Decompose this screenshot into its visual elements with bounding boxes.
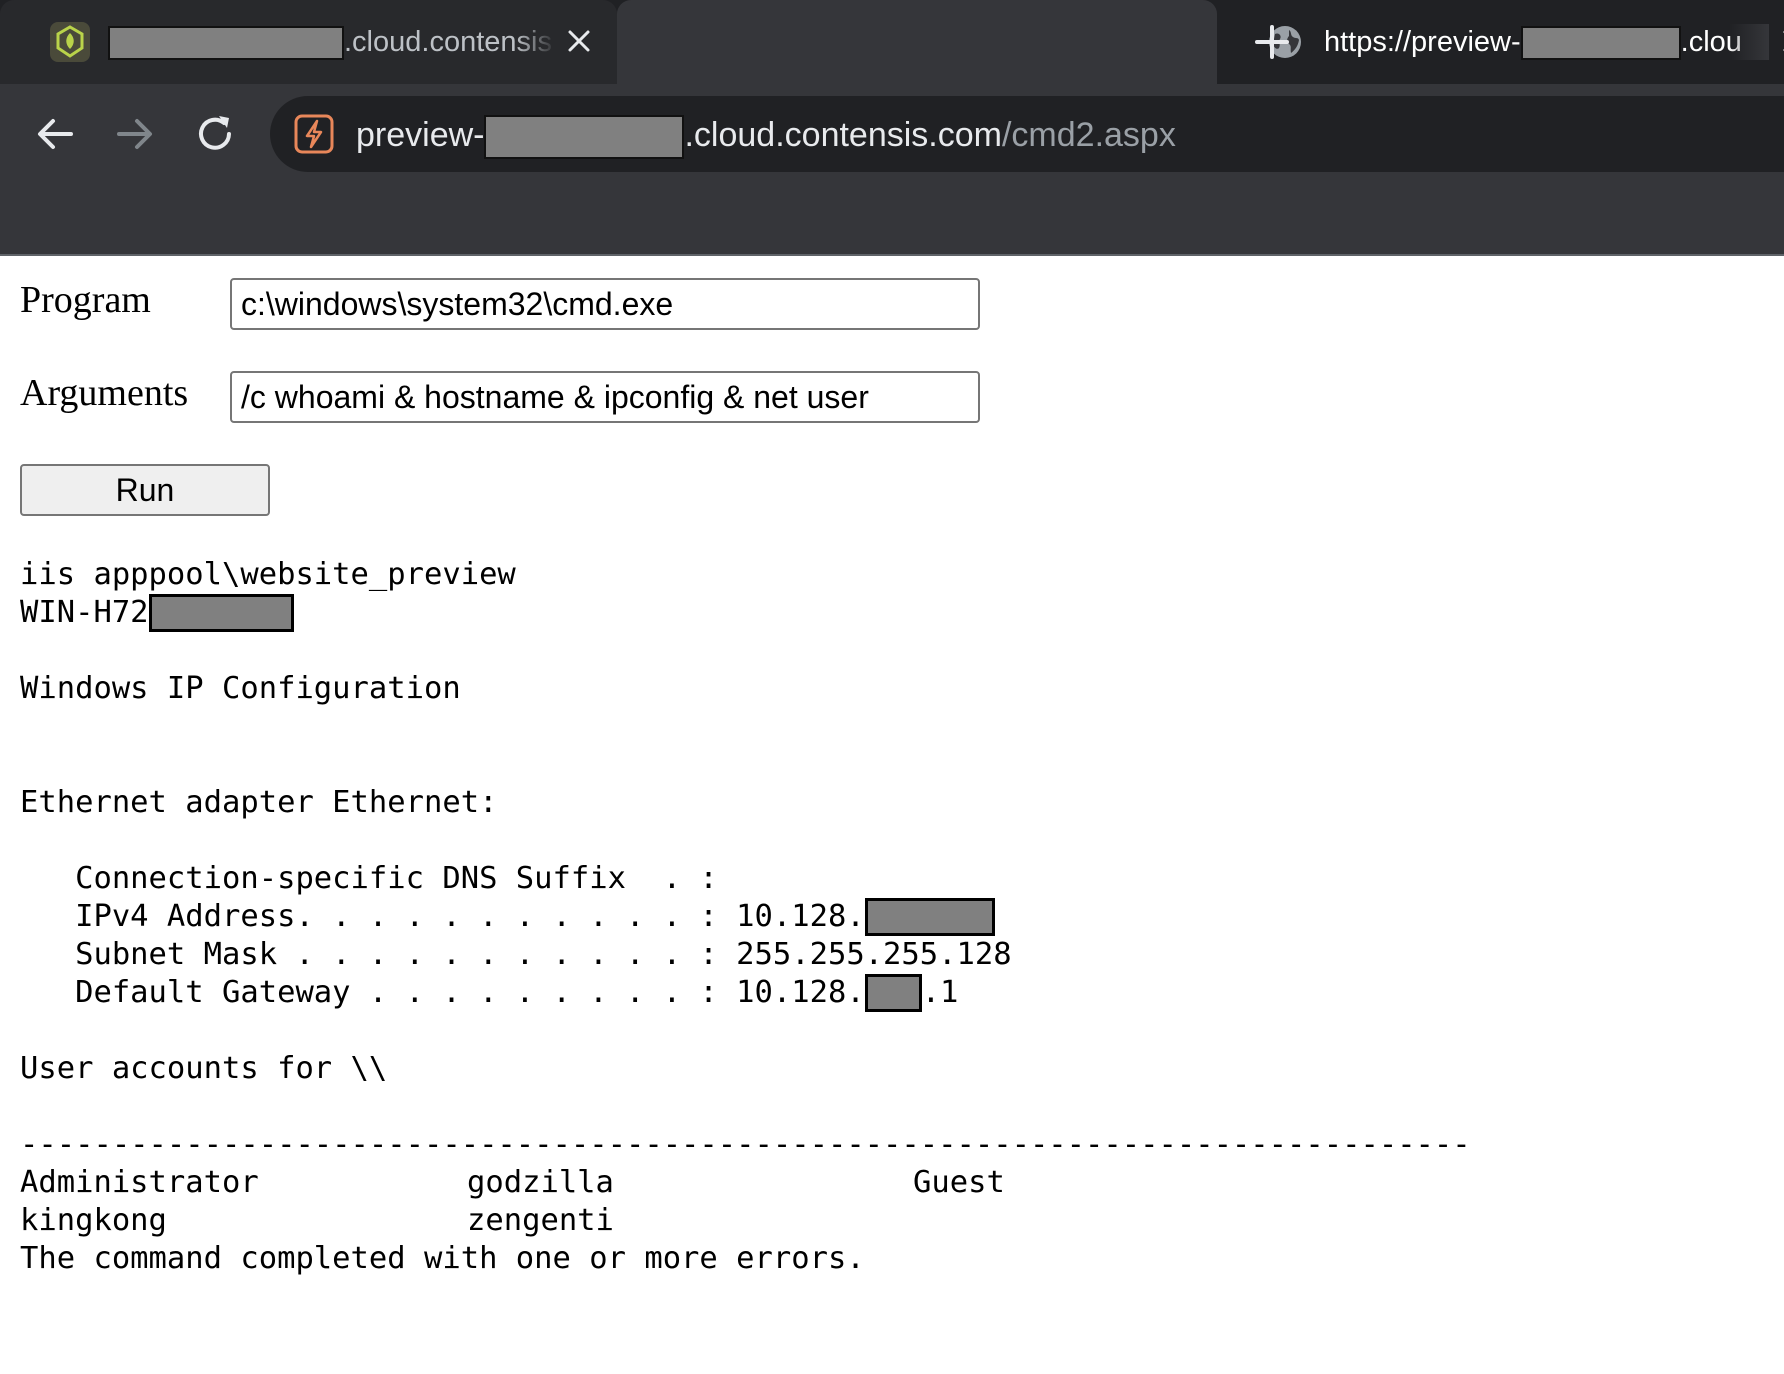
tab-title: .cloud.contensis xyxy=(108,24,556,60)
gateway-line: Default Gateway . . . . . . . . . : 10.1… xyxy=(20,974,958,1012)
tab-title-prefix: https://preview- xyxy=(1324,26,1521,58)
adapter-line: Ethernet adapter Ethernet: xyxy=(20,785,498,820)
arguments-label: Arguments xyxy=(20,372,189,414)
user-name: godzilla xyxy=(467,1165,614,1200)
new-tab-icon[interactable] xyxy=(1254,24,1290,60)
user-name: kingkong xyxy=(20,1203,167,1238)
browser-toolbar: preview- .cloud.contensis.com/cmd2.aspx xyxy=(0,84,1784,256)
ipv4-label: IPv4 Address. . . . . . . . . . . : xyxy=(20,899,737,934)
browser-tab-contensis[interactable]: .cloud.contensis xyxy=(0,0,617,84)
run-button[interactable]: Run xyxy=(20,464,270,516)
users-row: Administrator godzilla Guest xyxy=(20,1164,1220,1202)
user-name: zengenti xyxy=(467,1203,614,1238)
ipconfig-title: Windows IP Configuration xyxy=(20,671,461,706)
users-row: kingkong zengenti xyxy=(20,1202,1220,1240)
url-host-prefix: preview- xyxy=(356,116,485,154)
gateway-prefix: 10.128. xyxy=(736,975,865,1010)
url-text: preview- .cloud.contensis.com/cmd2.aspx xyxy=(356,115,1176,160)
arguments-input[interactable] xyxy=(230,371,980,423)
address-bar[interactable]: preview- .cloud.contensis.com/cmd2.aspx xyxy=(270,96,1784,172)
ipv4-line: IPv4 Address. . . . . . . . . . . : 10.1… xyxy=(20,898,995,936)
user-accounts-line: User accounts for \\ xyxy=(20,1051,388,1086)
browser-tab-preview[interactable]: https://preview- .clou xyxy=(617,0,1784,84)
completion-line: The command completed with one or more e… xyxy=(20,1241,865,1276)
contensis-favicon-icon xyxy=(50,22,90,62)
redacted-block xyxy=(148,594,294,632)
forward-icon[interactable] xyxy=(113,112,157,156)
close-icon[interactable] xyxy=(566,28,592,54)
hostname-line: WIN-H72 xyxy=(20,594,294,632)
program-label: Program xyxy=(20,279,151,321)
gateway-label: Default Gateway . . . . . . . . . : xyxy=(20,975,737,1010)
tab-strip: .cloud.contensis https://preview- .clou xyxy=(0,0,1784,84)
subnet-line: Subnet Mask . . . . . . . . . . . : 255.… xyxy=(20,937,1012,972)
page-content: Program Arguments Run iis apppool\websit… xyxy=(0,256,1784,1374)
back-icon[interactable] xyxy=(33,112,77,156)
hostname-prefix: WIN-H72 xyxy=(20,595,149,630)
redacted-block xyxy=(484,115,685,160)
reload-icon[interactable] xyxy=(193,112,237,156)
tab-title: https://preview- .clou xyxy=(1324,24,1769,60)
redacted-block xyxy=(108,26,344,60)
separator-line: ----------------------------------------… xyxy=(20,1127,1471,1162)
gateway-suffix: .1 xyxy=(921,975,959,1010)
url-host-suffix: .cloud.contensis.com xyxy=(684,116,1002,154)
program-input[interactable] xyxy=(230,278,980,330)
site-info-icon[interactable] xyxy=(294,114,334,154)
dns-suffix-line: Connection-specific DNS Suffix . : xyxy=(20,861,718,896)
ipv4-prefix: 10.128. xyxy=(736,899,865,934)
user-name: Administrator xyxy=(20,1165,259,1200)
redacted-block xyxy=(1520,26,1681,60)
whoami-line: iis apppool\website_preview xyxy=(20,557,516,592)
redacted-block xyxy=(864,974,922,1012)
user-name: Guest xyxy=(913,1165,1005,1200)
url-path: /cmd2.aspx xyxy=(1001,116,1176,154)
redacted-block xyxy=(864,898,995,936)
